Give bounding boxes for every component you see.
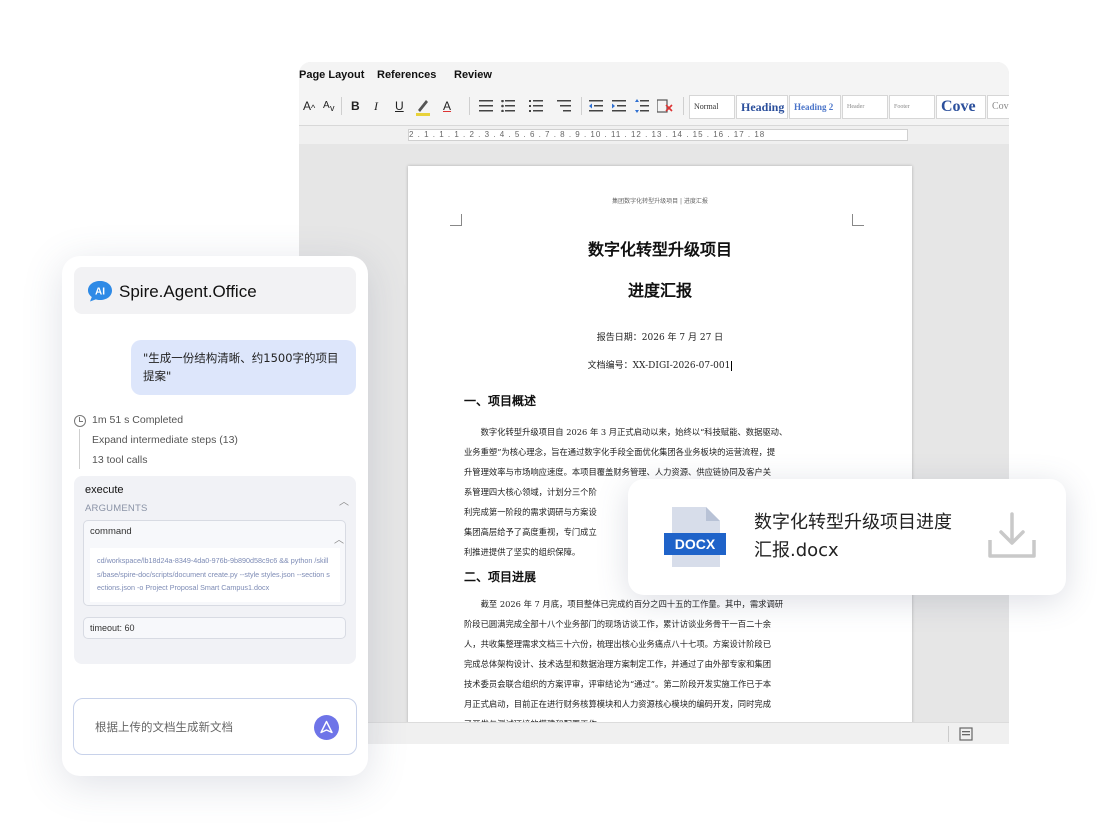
paragraph-line: 完成总体架构设计、技术选型和数据治理方案制定工作，并通过了由外部专家和集团: [464, 659, 771, 669]
report-date: 报告日期：2026 年 7 月 27 日: [596, 333, 724, 343]
command-label: command: [90, 526, 132, 537]
docx-file-icon: DOCX: [664, 507, 726, 567]
execute-tool-call: execute ARGUMENTS ︿ command ︿ cd/workspa…: [74, 476, 356, 664]
margin-corner-mark: [852, 214, 864, 226]
shrink-font-arrow-icon: v: [330, 103, 335, 113]
paragraph-line: 技术委员会联合组织的方案评审，评审结论为“通过”。第二阶段开发实施工作已于本: [464, 679, 772, 689]
toolbar-divider: [469, 97, 470, 115]
style-normal[interactable]: Normal: [689, 95, 735, 119]
margin-corner-mark: [450, 214, 462, 226]
bullet-list-icon[interactable]: [501, 100, 515, 112]
toolbar-divider: [683, 97, 684, 115]
clock-icon: [74, 415, 86, 427]
decrease-indent-icon[interactable]: [589, 100, 603, 112]
numbered-list-icon[interactable]: [529, 100, 543, 112]
line-spacing-icon[interactable]: [635, 99, 649, 113]
paragraph-line: 业务重塑”为核心理念，旨在通过数字化手段全面优化集团各业务板块的运营流程，提: [464, 447, 776, 457]
view-mode-icon[interactable]: [959, 727, 973, 741]
shrink-font-button[interactable]: A: [323, 98, 330, 114]
section-2-heading: 二、项目进展: [464, 570, 537, 584]
ruler-scale: 2 . 1 . 1 . 1 . 2 . 3 . 4 . 5 . 6 . 7 . …: [408, 129, 908, 141]
section-2-body: 截至 2026 年 7 月底，项目整体已完成约百分之四十五的工作量。其中，需求调…: [464, 594, 854, 734]
italic-button[interactable]: I: [374, 98, 378, 114]
arguments-label: ARGUMENTS: [85, 503, 148, 514]
document-title-line-2: 进度汇报: [627, 281, 692, 300]
grow-font-arrow-icon: ^: [311, 103, 316, 113]
toolbar-divider: [341, 97, 342, 115]
completion-status: 1m 51 s Completed: [92, 414, 184, 426]
highlight-pen-icon[interactable]: [415, 97, 431, 117]
increase-indent-icon[interactable]: [612, 100, 626, 112]
paragraph-line: 截至 2026 年 7 月底，项目整体已完成约百分之四十五的工作量。其中，需求调…: [480, 599, 784, 609]
word-window: Page Layout References Review A ^ A v B …: [299, 62, 1009, 744]
style-cover[interactable]: Cove: [936, 95, 986, 119]
clear-formatting-icon[interactable]: [657, 99, 673, 113]
paragraph-line: 人，共收集整理需求文档三十六份，梳理出核心业务痛点八十七项。方案设计阶段已: [464, 639, 771, 649]
tab-review[interactable]: Review: [454, 69, 492, 81]
running-header: 集团数字化转型升级项目 | 进度汇报: [612, 198, 708, 205]
send-button[interactable]: [314, 715, 339, 740]
ribbon-tabs: Page Layout References Review: [299, 62, 1009, 88]
underline-button[interactable]: U: [395, 98, 404, 114]
prompt-placeholder: 根据上传的文档生成新文档: [95, 720, 233, 734]
document-number: 文档编号：XX-DIGI-2026-07-001: [408, 358, 912, 371]
docx-badge-text: DOCX: [675, 536, 716, 552]
document-title-line-1: 数字化转型升级项目: [587, 240, 732, 259]
style-footer[interactable]: Footer: [889, 95, 935, 119]
align-icon[interactable]: [479, 100, 493, 112]
timeout-argument: timeout: 60: [83, 617, 346, 639]
style-heading-1[interactable]: Heading: [736, 95, 788, 119]
formatting-toolbar: A ^ A v B I U A Normal Heading Heading 2…: [299, 88, 1009, 126]
agent-title: Spire.Agent.Office: [119, 282, 257, 301]
ai-logo-text: AI: [95, 287, 105, 298]
horizontal-ruler[interactable]: 2 . 1 . 1 . 1 . 2 . 3 . 4 . 5 . 6 . 7 . …: [299, 126, 1009, 144]
paragraph-line: 月正式启动，目前正在进行财务核算模块和人力资源核心模块的编码开发，同时完成: [464, 699, 771, 709]
prompt-input[interactable]: 根据上传的文档生成新文档: [73, 698, 357, 755]
status-divider: [948, 726, 949, 742]
send-icon: [320, 720, 333, 734]
file-name: 数字化转型升级项目进度汇报.docx: [754, 512, 952, 561]
collapse-chevron-icon[interactable]: ︿: [334, 531, 344, 546]
style-heading-2[interactable]: Heading 2: [789, 95, 841, 119]
tab-page-layout[interactable]: Page Layout: [299, 69, 364, 81]
style-header[interactable]: Header: [842, 95, 888, 119]
document-number-text: 文档编号：XX-DIGI-2026-07-001: [587, 361, 731, 371]
file-card[interactable]: DOCX 数字化转型升级项目进度汇报.docx: [628, 479, 1066, 595]
collapse-chevron-icon[interactable]: ︿: [339, 493, 349, 508]
user-message-bubble: "生成一份结构清晰、约1500字的项目提案": [131, 340, 356, 395]
execution-steps: 1m 51 s Completed Expand intermediate st…: [74, 412, 356, 472]
grow-font-button[interactable]: A: [303, 98, 311, 114]
paragraph-line: 阶段已圆满完成全部十八个业务部门的现场访谈工作，累计访谈业务骨干一百二十余: [464, 619, 771, 629]
document-page[interactable]: 集团数字化转型升级项目 | 进度汇报 数字化转型升级项目 进度汇报 报告日期：2…: [408, 166, 912, 729]
section-1-heading: 一、项目概述: [464, 394, 537, 408]
ai-logo-icon: AI: [88, 281, 112, 302]
toolbar-divider: [581, 97, 582, 115]
tab-references[interactable]: References: [377, 69, 436, 81]
text-cursor: [731, 361, 733, 371]
command-text: cd/workspace/lb18d24a-8349-4da0-976b-9b8…: [90, 548, 340, 602]
expand-steps-link[interactable]: Expand intermediate steps (13): [92, 434, 238, 446]
bold-button[interactable]: B: [351, 98, 360, 114]
agent-header: AI Spire.Agent.Office: [74, 267, 356, 314]
download-icon[interactable]: [986, 512, 1038, 560]
tool-name: execute: [85, 484, 124, 496]
agent-panel: AI Spire.Agent.Office "生成一份结构清晰、约1500字的项…: [62, 256, 368, 776]
multilevel-list-icon[interactable]: [557, 100, 571, 112]
tool-calls-count: 13 tool calls: [92, 454, 148, 466]
status-bar: [299, 722, 1009, 744]
style-cover-2[interactable]: Cov: [987, 95, 1009, 119]
command-argument: command ︿ cd/workspace/lb18d24a-8349-4da…: [83, 520, 346, 606]
font-color-button[interactable]: A: [443, 98, 451, 114]
paragraph-line: 数字化转型升级项目自 2026 年 3 月正式启动以来，始终以“科技赋能、数据驱…: [480, 427, 788, 437]
timeline-line: [79, 429, 80, 469]
